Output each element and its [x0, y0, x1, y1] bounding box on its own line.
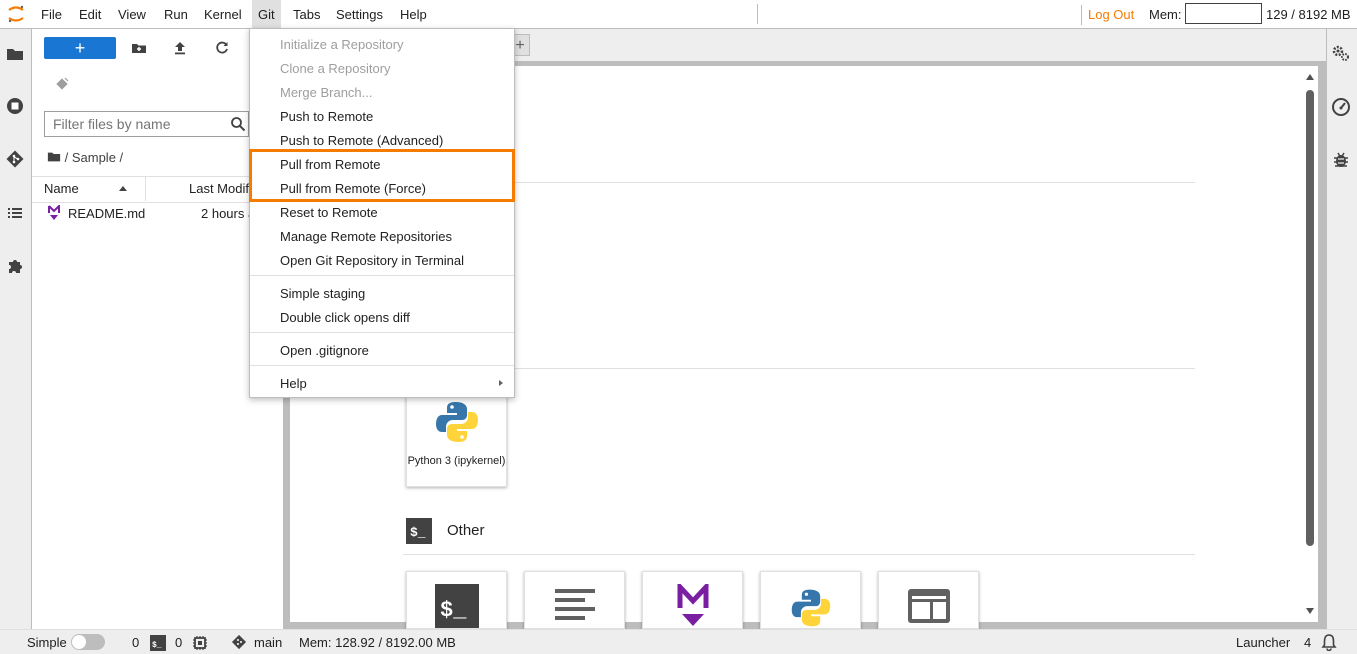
- git-icon[interactable]: [5, 149, 25, 169]
- git-menu-double-click-opens-diff[interactable]: Double click opens diff: [280, 310, 410, 326]
- table-of-contents-icon[interactable]: [5, 203, 25, 223]
- jupyter-logo-icon: [8, 5, 24, 23]
- filter-files-box: [44, 111, 249, 137]
- git-menu-manage-remote-repositories[interactable]: Manage Remote Repositories: [280, 229, 452, 245]
- svg-text:$_: $_: [440, 598, 467, 623]
- logout-button[interactable]: Log Out: [1081, 5, 1134, 25]
- git-branch-name[interactable]: main: [254, 635, 282, 650]
- active-tab-label: Launcher: [1236, 635, 1291, 650]
- section-divider: [403, 554, 1195, 555]
- refresh-icon[interactable]: [212, 38, 232, 58]
- breadcrumb[interactable]: / Sample /: [47, 149, 123, 167]
- new-launcher-button[interactable]: +: [44, 37, 116, 59]
- search-icon: [231, 117, 246, 132]
- extension-puzzle-icon[interactable]: [5, 256, 25, 276]
- menu-separator: [250, 332, 514, 333]
- highlight-annotation-box: [249, 149, 515, 202]
- simple-mode-label: Simple: [27, 635, 67, 650]
- scroll-down-arrow-icon[interactable]: [1306, 608, 1314, 614]
- right-sidebar: [1326, 29, 1357, 629]
- file-name-readme[interactable]: README.md: [68, 206, 145, 221]
- git-menu-reset-to-remote[interactable]: Reset to Remote: [280, 205, 378, 221]
- menu-git[interactable]: Git: [252, 0, 281, 28]
- text-file-card[interactable]: [524, 571, 625, 629]
- scroll-up-arrow-icon[interactable]: [1306, 74, 1314, 80]
- python-file-icon: [791, 589, 831, 627]
- git-menu-push-to-remote-advanced[interactable]: Push to Remote (Advanced): [280, 133, 443, 149]
- resource-usage-gauge-icon[interactable]: [1331, 97, 1351, 117]
- column-divider[interactable]: [145, 177, 146, 201]
- scrollbar-thumb[interactable]: [1306, 90, 1314, 546]
- python-file-card[interactable]: [760, 571, 861, 629]
- contextual-help-icon: [908, 589, 950, 623]
- terminal-count: 0: [132, 635, 140, 650]
- file-modified-readme: 2 hours ago: [201, 206, 249, 221]
- git-menu-merge-branch: Merge Branch...: [280, 85, 373, 100]
- column-name-header[interactable]: Name: [44, 181, 79, 196]
- git-branch-icon[interactable]: [231, 634, 247, 650]
- debugger-bug-icon[interactable]: [1331, 150, 1351, 170]
- submenu-chevron-right-icon: [499, 380, 503, 386]
- menu-separator: [250, 275, 514, 276]
- git-menu-clone-repository: Clone a Repository: [280, 61, 391, 76]
- left-sidebar: [0, 29, 32, 629]
- other-section-title: Other: [447, 522, 485, 539]
- memory-status: Mem: 128.92 / 8192.00 MB: [299, 635, 456, 650]
- git-menu-open-in-terminal[interactable]: Open Git Repository in Terminal: [280, 253, 464, 269]
- svg-text:$_: $_: [152, 641, 162, 650]
- menu-help[interactable]: Help: [394, 0, 433, 28]
- git-clone-icon[interactable]: [54, 76, 70, 92]
- kernel-count: 0: [175, 635, 183, 650]
- terminal-section-icon: $_: [406, 518, 432, 544]
- column-modified-header[interactable]: Last Modified: [189, 181, 251, 196]
- kernel-status-chip-icon[interactable]: [192, 635, 208, 651]
- section-divider: [403, 182, 1195, 183]
- git-menu-help[interactable]: Help: [280, 376, 307, 392]
- python-icon: [436, 402, 478, 442]
- terminal-card[interactable]: $_: [406, 571, 507, 629]
- mem-usage-bar: [1185, 3, 1262, 24]
- menu-tabs[interactable]: Tabs: [287, 0, 326, 28]
- sort-ascending-icon: [119, 186, 127, 191]
- terminal-icon: $_: [435, 584, 479, 628]
- breadcrumb-home-folder-icon[interactable]: [47, 150, 61, 164]
- notification-count: 4: [1304, 635, 1312, 650]
- top-divider: [757, 4, 758, 24]
- text-file-icon: [555, 589, 595, 620]
- folder-icon[interactable]: [5, 44, 25, 64]
- property-inspector-gears-icon[interactable]: [1331, 43, 1351, 63]
- new-folder-icon[interactable]: [129, 38, 149, 58]
- filter-files-input[interactable]: [53, 116, 223, 132]
- terminal-status-icon[interactable]: $_: [150, 635, 166, 651]
- mem-label: Mem:: [1149, 7, 1182, 22]
- menu-run[interactable]: Run: [158, 0, 194, 28]
- menu-view[interactable]: View: [112, 0, 152, 28]
- git-menu-simple-staging[interactable]: Simple staging: [280, 286, 365, 302]
- git-menu-dropdown: Initialize a Repository Clone a Reposito…: [249, 28, 515, 398]
- python-kernel-label: Python 3 (ipykernel): [407, 455, 506, 467]
- markdown-icon: [48, 205, 60, 220]
- menu-edit[interactable]: Edit: [73, 0, 107, 28]
- menu-kernel[interactable]: Kernel: [198, 0, 248, 28]
- breadcrumb-path[interactable]: / Sample /: [65, 150, 124, 165]
- svg-text:$_: $_: [410, 525, 426, 540]
- toggle-knob: [72, 635, 86, 649]
- running-kernels-icon[interactable]: [5, 96, 25, 116]
- menu-settings[interactable]: Settings: [330, 0, 389, 28]
- notification-bell-icon[interactable]: [1320, 633, 1338, 651]
- git-menu-open-gitignore[interactable]: Open .gitignore: [280, 343, 369, 359]
- markdown-file-card[interactable]: [642, 571, 743, 629]
- upload-icon[interactable]: [170, 38, 190, 58]
- git-menu-initialize-repository: Initialize a Repository: [280, 37, 404, 52]
- menu-file[interactable]: File: [35, 0, 68, 28]
- markdown-file-icon: [677, 584, 709, 626]
- contextual-help-card[interactable]: [878, 571, 979, 629]
- mem-value: 129 / 8192 MB: [1266, 7, 1351, 22]
- git-menu-push-to-remote[interactable]: Push to Remote: [280, 109, 373, 125]
- menu-separator: [250, 365, 514, 366]
- section-divider: [403, 368, 1195, 369]
